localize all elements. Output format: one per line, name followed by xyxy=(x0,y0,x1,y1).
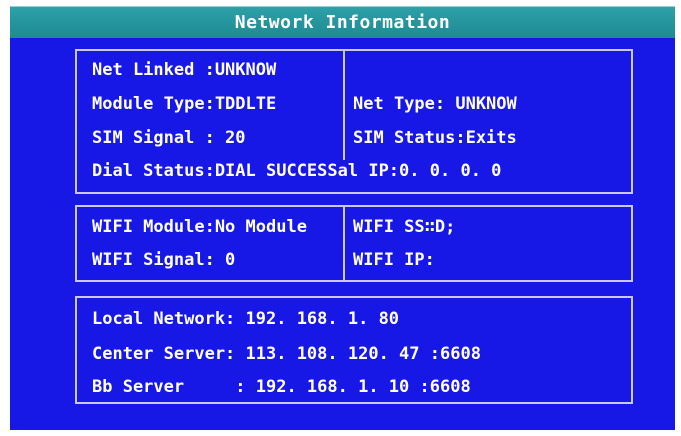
wifi-signal-field: WIFI Signal: 0 xyxy=(92,250,236,270)
bb-server-field: Bb Server : 192. 168. 1. 10 :6608 xyxy=(92,377,471,397)
title-bar: Network Information xyxy=(10,6,675,40)
wifi-section-divider xyxy=(343,205,345,282)
wifi-module-field: WIFI Module:No Module xyxy=(92,217,307,237)
module-type-field: Module Type:TDDLTE xyxy=(92,94,277,114)
sim-signal-field: SIM Signal : 20 xyxy=(92,128,246,148)
window-title: Network Information xyxy=(234,12,451,33)
dial-status-field: Dial Status:DIAL SUCCESSal IP:0. 0. 0. 0 xyxy=(92,161,502,181)
network-section-divider xyxy=(343,49,345,160)
wifi-ip-field: WIFI IP: xyxy=(353,250,435,270)
info-panel: Net Linked :UNKNOW Module Type:TDDLTE Ne… xyxy=(10,38,675,430)
sim-status-field: SIM Status:Exits xyxy=(353,128,517,148)
center-server-field: Center Server: 113. 108. 120. 47 :6608 xyxy=(92,344,481,364)
network-information-screen: Network Information Net Linked :UNKNOW M… xyxy=(0,0,681,436)
net-linked-field: Net Linked :UNKNOW xyxy=(92,60,277,80)
net-type-field: Net Type: UNKNOW xyxy=(353,94,517,114)
local-network-field: Local Network: 192. 168. 1. 80 xyxy=(92,309,400,329)
wifi-ssid-field: WIFI SS∷D; xyxy=(353,217,456,237)
